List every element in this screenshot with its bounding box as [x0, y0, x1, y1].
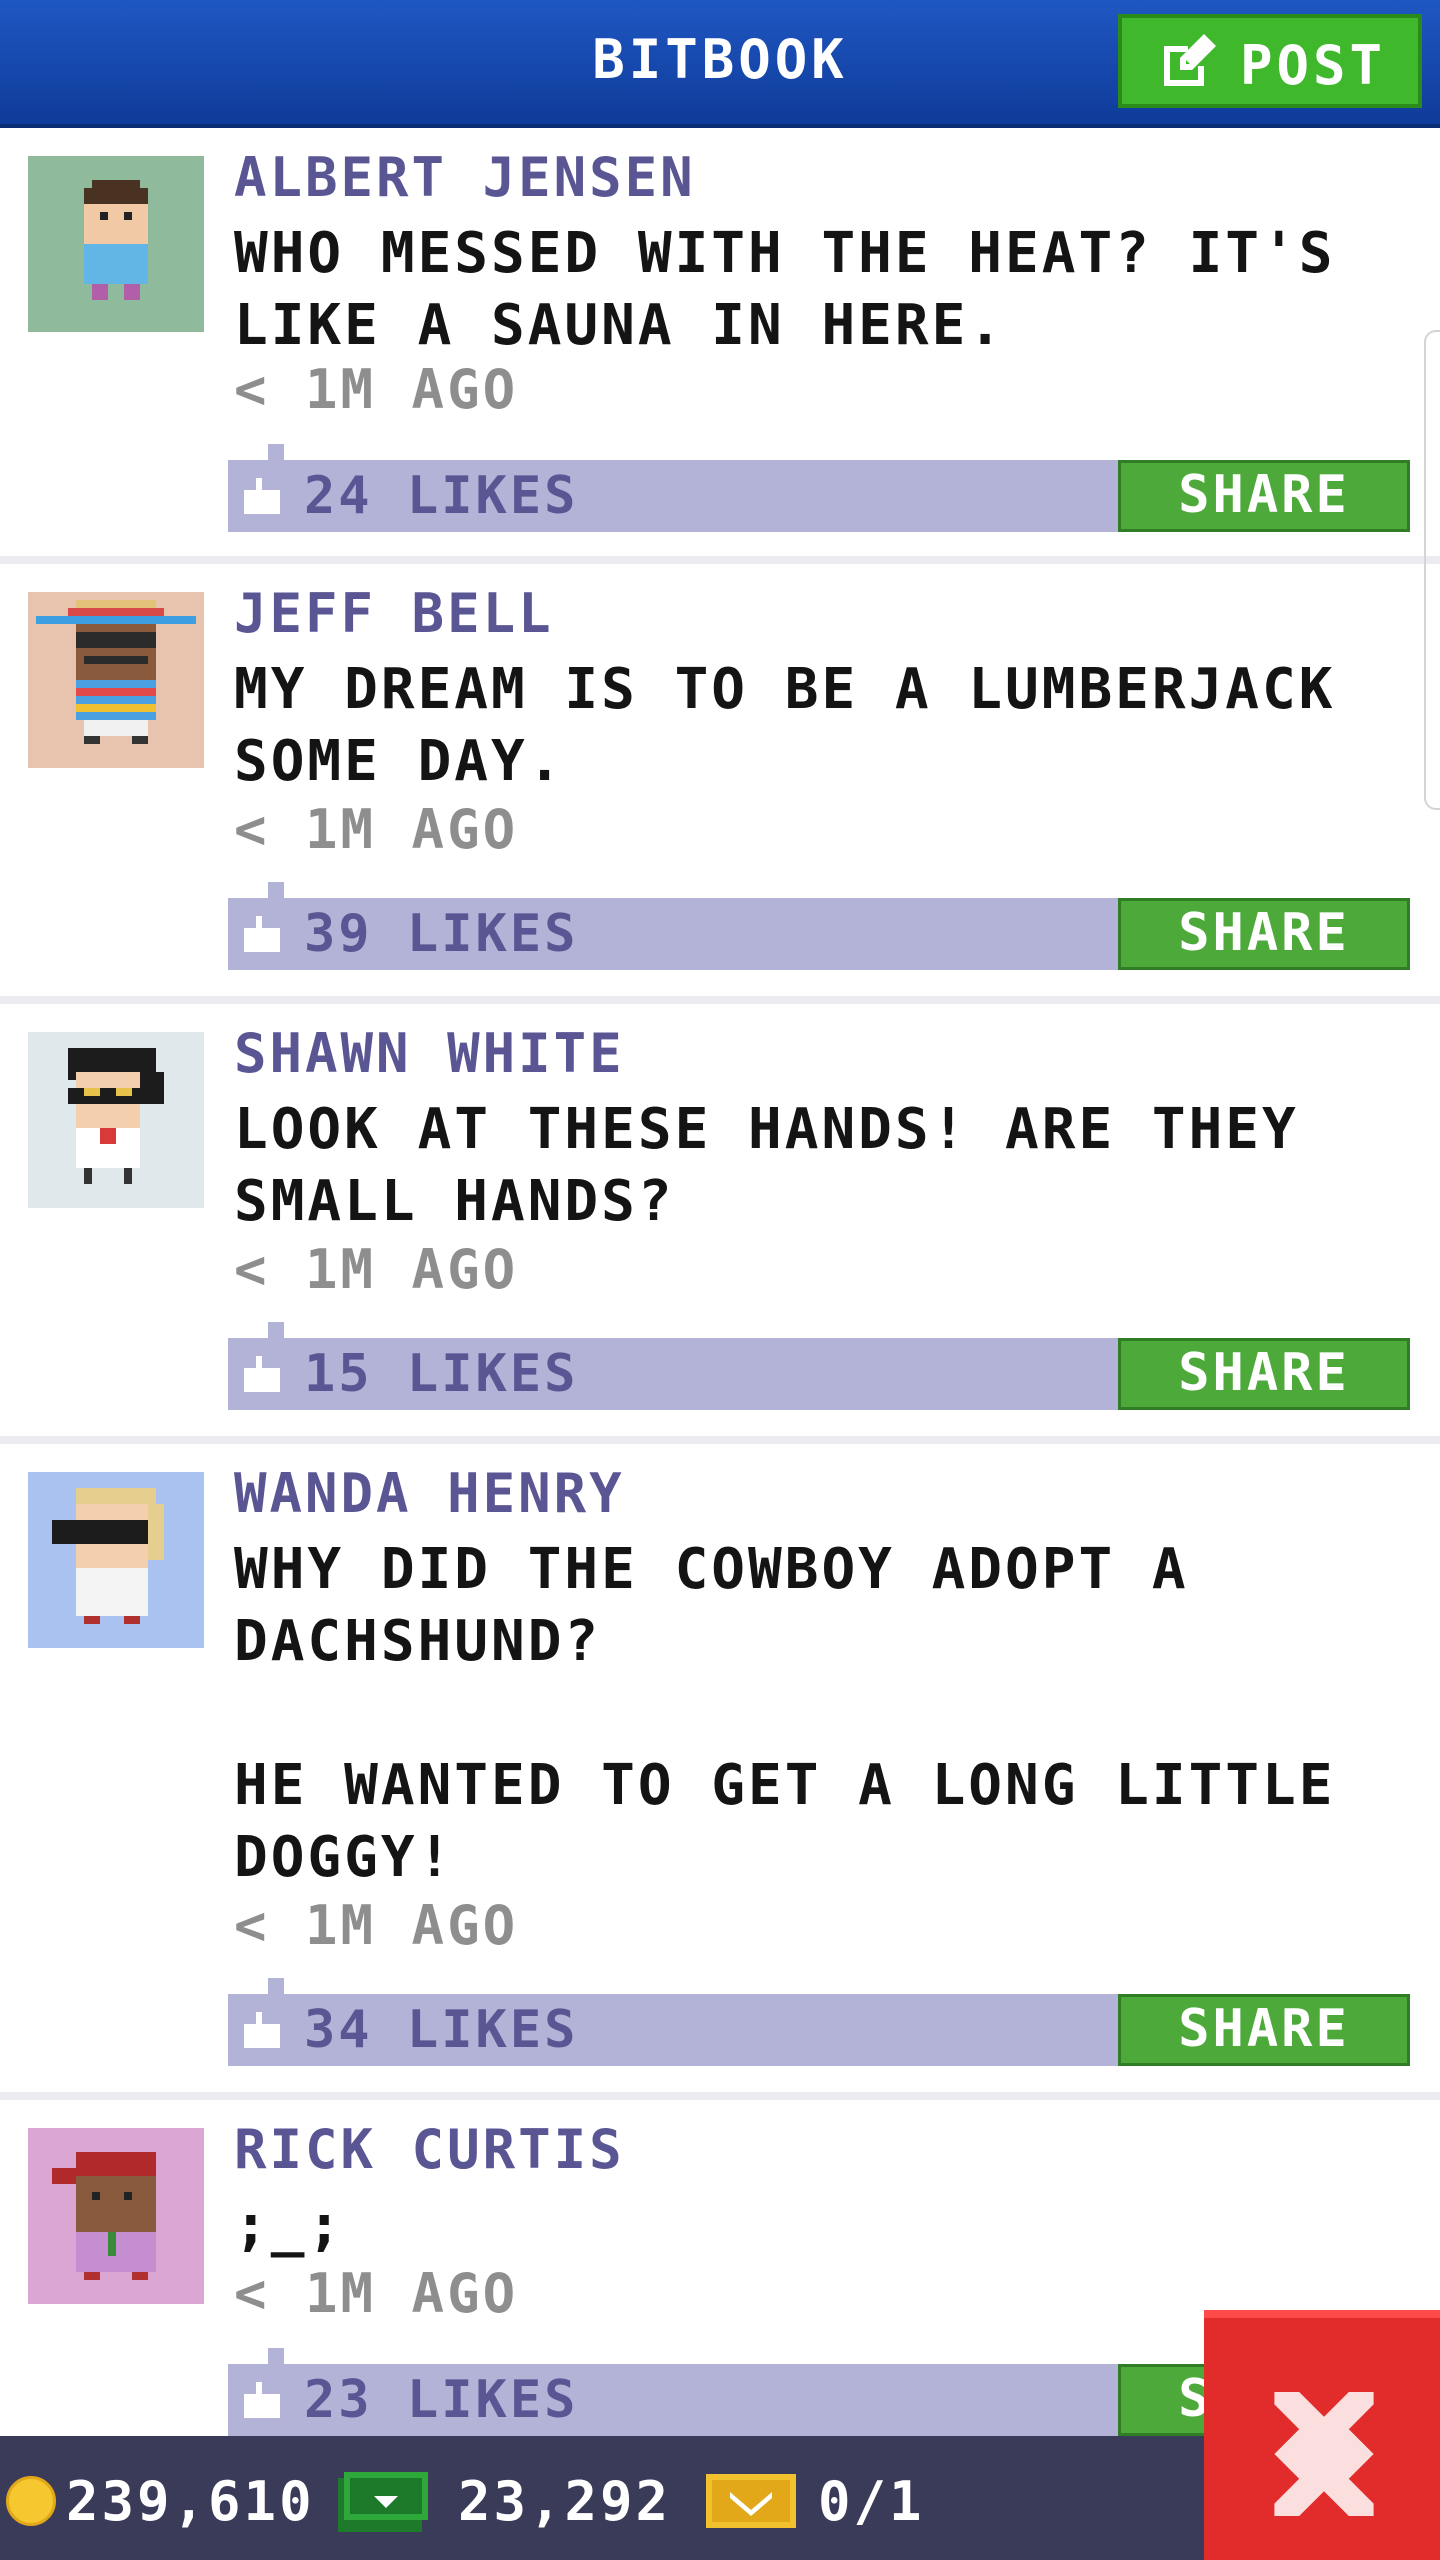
likes-bar-notch: [268, 882, 284, 898]
feed-post: WANDA HENRY WHY DID THE COWBOY ADOPT A D…: [0, 1444, 1440, 2100]
post-text: LOOK AT THESE HANDS! ARE THEY SMALL HAND…: [234, 1097, 1336, 1234]
post-author[interactable]: WANDA HENRY: [234, 1462, 625, 1525]
post-text: WHO MESSED WITH THE HEAT? IT'S LIKE A SA…: [234, 221, 1373, 358]
avatar[interactable]: [28, 592, 204, 768]
feed-post: JEFF BELL MY DREAM IS TO BE A LUMBERJACK…: [0, 564, 1440, 1004]
post-time: < 1M AGO: [234, 2262, 519, 2325]
post-time: < 1M AGO: [234, 1238, 519, 1301]
ticket-icon: [706, 2474, 796, 2528]
likes-count: 24 LIKES: [304, 466, 579, 526]
likes-bar-notch: [268, 444, 284, 460]
like-icon[interactable]: [244, 2382, 280, 2418]
share-button[interactable]: SHARE: [1118, 1338, 1410, 1410]
post-author[interactable]: ALBERT JENSEN: [234, 146, 696, 209]
share-button[interactable]: SHARE: [1118, 898, 1410, 970]
likes-count: 39 LIKES: [304, 904, 579, 964]
compose-icon: [1164, 34, 1216, 86]
post-time: < 1M AGO: [234, 798, 519, 861]
likes-bar: 15 LIKES SHARE: [228, 1322, 1410, 1410]
share-button[interactable]: SHARE: [1118, 1994, 1410, 2066]
scrollbar[interactable]: [1424, 330, 1440, 810]
close-button[interactable]: [1204, 2310, 1440, 2560]
post-button[interactable]: POST: [1118, 14, 1422, 108]
avatar[interactable]: [28, 2128, 204, 2304]
news-feed[interactable]: ALBERT JENSEN WHO MESSED WITH THE HEAT? …: [0, 128, 1440, 2436]
post-time: < 1M AGO: [234, 1894, 519, 1957]
post-button-label: POST: [1240, 34, 1387, 97]
likes-bar: 24 LIKES SHARE: [228, 444, 1410, 532]
likes-bar: 39 LIKES SHARE: [228, 882, 1410, 970]
likes-bar-notch: [268, 1978, 284, 1994]
post-author[interactable]: JEFF BELL: [234, 582, 554, 645]
app-title: BITBOOK: [592, 28, 848, 91]
likes-bar-notch: [268, 1322, 284, 1338]
post-author[interactable]: RICK CURTIS: [234, 2118, 625, 2181]
bux-count: 23,292: [458, 2470, 672, 2533]
avatar[interactable]: [28, 1472, 204, 1648]
like-icon[interactable]: [244, 478, 280, 514]
post-author[interactable]: SHAWN WHITE: [234, 1022, 625, 1085]
bux-icon: [338, 2472, 428, 2532]
likes-count: 34 LIKES: [304, 2000, 579, 2060]
likes-count: 15 LIKES: [304, 1344, 579, 1404]
avatar[interactable]: [28, 1032, 204, 1208]
post-text: ;_;: [234, 2193, 345, 2258]
coin-icon: [6, 2476, 56, 2526]
like-icon[interactable]: [244, 2012, 280, 2048]
like-icon[interactable]: [244, 1356, 280, 1392]
tickets-count: 0/1: [818, 2470, 925, 2533]
post-time: < 1M AGO: [234, 358, 519, 421]
avatar[interactable]: [28, 156, 204, 332]
likes-count: 23 LIKES: [304, 2370, 579, 2430]
coins-count: 239,610: [66, 2470, 315, 2533]
post-text: WHY DID THE COWBOY ADOPT A DACHSHUND? HE…: [234, 1537, 1336, 1890]
feed-post: SHAWN WHITE LOOK AT THESE HANDS! ARE THE…: [0, 1004, 1440, 1444]
like-icon[interactable]: [244, 916, 280, 952]
close-icon: [1274, 2392, 1374, 2516]
share-button[interactable]: SHARE: [1118, 460, 1410, 532]
likes-bar-notch: [268, 2348, 284, 2364]
post-text: MY DREAM IS TO BE A LUMBERJACK SOME DAY.: [234, 657, 1373, 794]
likes-bar: 34 LIKES SHARE: [228, 1978, 1410, 2066]
feed-post: ALBERT JENSEN WHO MESSED WITH THE HEAT? …: [0, 128, 1440, 564]
app-header: BITBOOK POST: [0, 0, 1440, 128]
